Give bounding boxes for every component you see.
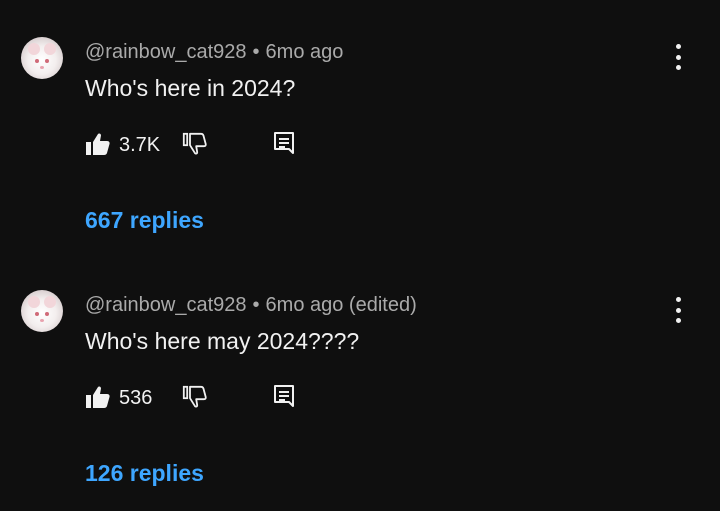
view-replies-link[interactable]: 126 replies	[85, 459, 204, 487]
comment-actions: 536	[84, 381, 324, 413]
comment-time: 6mo ago	[265, 41, 344, 63]
comment-time: 6mo ago (edited)	[265, 294, 417, 316]
comment-username[interactable]: @rainbow_cat928	[85, 41, 247, 63]
more-vert-icon[interactable]	[665, 44, 691, 70]
avatar[interactable]	[21, 37, 63, 79]
avatar-nose	[40, 319, 44, 322]
meta-separator: •	[252, 294, 260, 316]
comment-meta: @rainbow_cat928 • 6mo ago (edited)	[85, 293, 417, 317]
avatar-ear-left	[28, 43, 40, 55]
more-vert-icon[interactable]	[665, 297, 691, 323]
avatar-ear-left	[28, 296, 40, 308]
thumbs-down-icon[interactable]	[181, 130, 209, 158]
avatar-eye-left	[35, 312, 39, 316]
avatar-eye-left	[35, 59, 39, 63]
thumbs-up-icon[interactable]	[84, 130, 112, 158]
comment-text: Who's here in 2024?	[85, 75, 296, 101]
avatar-eye-right	[45, 59, 49, 63]
avatar-ear-right	[44, 296, 56, 308]
like-count: 3.7K	[119, 134, 161, 156]
comment-thread: @rainbow_cat928 • 6mo ago Who's here in 20…	[0, 0, 720, 253]
comment-text: Who's here may 2024????	[85, 328, 360, 354]
avatar-ear-right	[44, 43, 56, 55]
comment-username[interactable]: @rainbow_cat928	[85, 294, 247, 316]
thumbs-down-icon[interactable]	[181, 383, 209, 411]
avatar[interactable]	[21, 290, 63, 332]
comment-actions: 3.7K	[84, 128, 324, 160]
reply-comment-icon[interactable]	[271, 383, 299, 411]
thumbs-up-icon[interactable]	[84, 383, 112, 411]
comment-meta: @rainbow_cat928 • 6mo ago	[85, 40, 343, 64]
meta-separator: •	[252, 41, 260, 63]
view-replies-link[interactable]: 667 replies	[85, 206, 204, 234]
reply-comment-icon[interactable]	[271, 130, 299, 158]
like-count: 536	[119, 387, 153, 409]
comment-thread: @rainbow_cat928 • 6mo ago (edited) Who's h…	[0, 253, 720, 506]
avatar-eye-right	[45, 312, 49, 316]
avatar-nose	[40, 66, 44, 69]
